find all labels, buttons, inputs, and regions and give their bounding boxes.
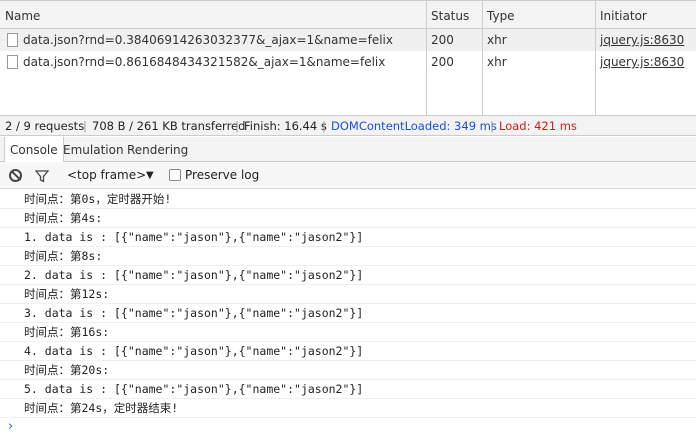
console-message: 时间点：第20s: xyxy=(0,361,696,380)
console-message: 时间点：第24s，定时器结束! xyxy=(0,399,696,418)
header-name[interactable]: Name xyxy=(5,9,40,23)
network-panel: Name Status Type Initiator data.json?rnd… xyxy=(0,0,696,116)
request-type: xhr xyxy=(487,33,507,47)
request-name: data.json?rnd=0.38406914263032377&_ajax=… xyxy=(23,33,393,47)
column-divider[interactable] xyxy=(426,0,427,116)
column-divider[interactable] xyxy=(595,0,596,116)
separator: | xyxy=(83,119,87,133)
transferred-size: 708 B / 261 KB transferred xyxy=(92,119,246,133)
document-icon xyxy=(7,33,18,47)
drawer-tabs: Console Emulation Rendering xyxy=(0,137,696,163)
request-status: 200 xyxy=(431,55,454,69)
network-table-header: Name Status Type Initiator xyxy=(0,0,696,29)
requests-count: 2 / 9 requests xyxy=(5,119,85,133)
console-prompt[interactable]: › xyxy=(0,418,696,437)
preserve-log-checkbox[interactable] xyxy=(169,169,181,181)
clear-console-icon[interactable] xyxy=(9,169,22,182)
console-message: 3. data is : [{"name":"jason"},{"name":"… xyxy=(0,304,696,323)
header-initiator[interactable]: Initiator xyxy=(600,9,647,23)
console-message: 2. data is : [{"name":"jason"},{"name":"… xyxy=(0,266,696,285)
request-type: xhr xyxy=(487,55,507,69)
tab-rendering[interactable]: Rendering xyxy=(122,137,193,162)
console-message: 5. data is : [{"name":"jason"},{"name":"… xyxy=(0,380,696,399)
header-status[interactable]: Status xyxy=(431,9,469,23)
preserve-log-label[interactable]: Preserve log xyxy=(185,168,259,182)
finish-time: Finish: 16.44 s xyxy=(244,119,327,133)
console-message: 时间点：第8s: xyxy=(0,247,696,266)
console-message: 4. data is : [{"name":"jason"},{"name":"… xyxy=(0,342,696,361)
separator: | xyxy=(322,119,326,133)
filter-icon[interactable] xyxy=(35,169,49,183)
header-type[interactable]: Type xyxy=(487,9,515,23)
tab-console[interactable]: Console xyxy=(4,137,64,163)
request-initiator-link[interactable]: jquery.js:8630 xyxy=(600,55,684,69)
column-divider[interactable] xyxy=(482,0,483,116)
load-time: Load: 421 ms xyxy=(499,119,577,133)
console-message: 时间点：第16s: xyxy=(0,323,696,342)
tab-emulation[interactable]: Emulation xyxy=(58,137,129,162)
request-status: 200 xyxy=(431,33,454,47)
request-name: data.json?rnd=0.8616848434321582&_ajax=1… xyxy=(23,55,386,69)
console-output: 时间点：第0s，定时器开始! 时间点：第4s: 1. data is : [{"… xyxy=(0,190,696,437)
chevron-down-icon[interactable]: ▼ xyxy=(146,170,154,181)
console-message: 时间点：第12s: xyxy=(0,285,696,304)
network-summary-bar: 2 / 9 requests | 708 B / 261 KB transfer… xyxy=(0,116,696,136)
console-message: 时间点：第0s，定时器开始! xyxy=(0,190,696,209)
table-row[interactable]: data.json?rnd=0.8616848434321582&_ajax=1… xyxy=(0,51,696,73)
table-row[interactable]: data.json?rnd=0.38406914263032377&_ajax=… xyxy=(0,29,696,51)
domcontentloaded-time: DOMContentLoaded: 349 ms xyxy=(331,119,497,133)
document-icon xyxy=(7,55,18,69)
separator: | xyxy=(490,119,494,133)
request-initiator-link[interactable]: jquery.js:8630 xyxy=(600,33,684,47)
console-message: 1. data is : [{"name":"jason"},{"name":"… xyxy=(0,228,696,247)
console-toolbar: <top frame> ▼ Preserve log xyxy=(0,162,696,189)
frame-selector[interactable]: <top frame> xyxy=(67,168,146,182)
separator: | xyxy=(235,119,239,133)
console-message: 时间点：第4s: xyxy=(0,209,696,228)
